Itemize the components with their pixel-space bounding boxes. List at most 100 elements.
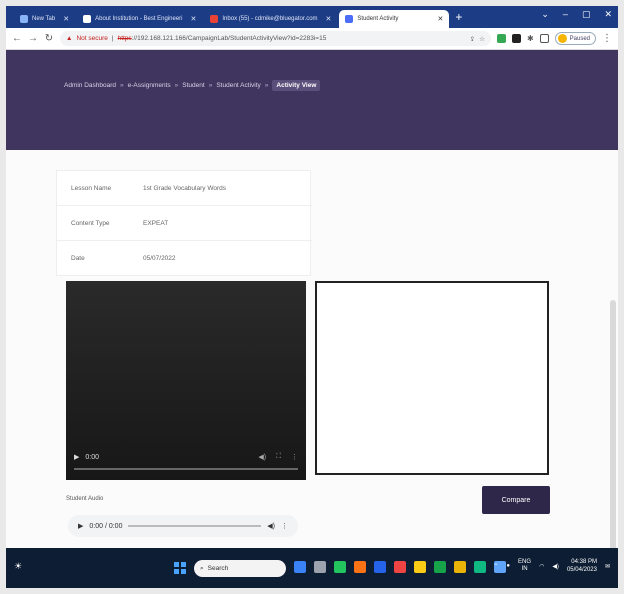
- taskbar-app-icon[interactable]: [374, 561, 386, 573]
- breadcrumb-admin-dashboard[interactable]: Admin Dashboard: [64, 82, 116, 89]
- tab-title: New Tab: [32, 16, 56, 22]
- kebab-menu-icon[interactable]: ⋮: [602, 33, 612, 44]
- minimize-icon[interactable]: –: [563, 9, 568, 20]
- video-progress-bar[interactable]: [74, 468, 298, 470]
- play-icon[interactable]: ▶: [74, 453, 79, 461]
- info-row-date: Date 05/07/2022: [57, 241, 312, 276]
- tab-title: Student Activity: [357, 16, 399, 22]
- audio-player[interactable]: ▶ 0:00 / 0:00 ◀) ⋮: [68, 515, 298, 537]
- taskbar-app-icon[interactable]: [394, 561, 406, 573]
- browser-tab-student-activity[interactable]: Student Activity ✕: [339, 10, 450, 28]
- volume-icon[interactable]: ◀): [258, 453, 266, 461]
- forward-arrow-icon[interactable]: →: [28, 33, 38, 44]
- close-icon[interactable]: ✕: [318, 15, 332, 23]
- profile-button[interactable]: Paused: [554, 32, 596, 45]
- language-indicator[interactable]: ENG IN: [518, 559, 531, 573]
- taskbar-app-icon[interactable]: [454, 561, 466, 573]
- volume-icon[interactable]: ◀): [267, 522, 275, 530]
- breadcrumb-student[interactable]: Student: [182, 82, 204, 89]
- taskbar-app-icon[interactable]: [434, 561, 446, 573]
- lang-top: ENG: [518, 559, 532, 565]
- kebab-menu-icon[interactable]: ⋮: [281, 522, 288, 530]
- video-controls: ▶ 0:00 ◀) ⛶ ⋮: [74, 450, 298, 464]
- breadcrumb: Admin Dashboard » e-Assignments » Studen…: [64, 80, 321, 91]
- taskbar-clock[interactable]: 04:38 PM 05/04/2023: [567, 558, 597, 574]
- close-window-icon[interactable]: ✕: [604, 9, 612, 20]
- taskbar-app-icon[interactable]: [354, 561, 366, 573]
- extension-icon[interactable]: [496, 34, 506, 43]
- divider: |: [111, 35, 114, 42]
- taskbar-search[interactable]: ⌕ Search: [194, 560, 286, 577]
- mail-icon: [210, 15, 219, 23]
- comparison-canvas[interactable]: [315, 281, 549, 475]
- new-tab-plus-icon[interactable]: +: [455, 10, 462, 24]
- video-time: 0:00: [85, 453, 100, 461]
- date-value: 05/07/2022: [143, 255, 176, 262]
- puzzle-icon[interactable]: ✱: [527, 34, 534, 43]
- play-icon[interactable]: ▶: [78, 522, 83, 530]
- browser-tab-about[interactable]: About Institution - Best Engineeri ✕: [77, 10, 202, 28]
- star-icon[interactable]: ☆: [479, 35, 485, 43]
- audio-time: 0:00 / 0:00: [89, 522, 123, 530]
- chevron-down-icon[interactable]: ⌄: [541, 9, 549, 20]
- site-icon: [83, 15, 92, 23]
- taskbar-app-icon[interactable]: [334, 561, 346, 573]
- fullscreen-icon[interactable]: ⛶: [276, 453, 281, 461]
- info-row-content-type: Content Type EXPEAT: [57, 206, 312, 241]
- sidebar-icon[interactable]: [539, 34, 549, 43]
- profile-label: Paused: [569, 35, 590, 42]
- system-tray: ⌃ ● ENG IN ◠ ◀) 04:38 PM 05/04/2023 ✉: [493, 558, 610, 574]
- breadcrumb-separator: »: [264, 82, 269, 89]
- browser-toolbar: ← → ↻ ▲ Not secure | https://192.168.121…: [6, 28, 618, 50]
- breadcrumb-separator: »: [120, 82, 124, 89]
- video-right-controls: ◀) ⛶ ⋮: [258, 453, 298, 461]
- video-player[interactable]: ▶ 0:00 ◀) ⛶ ⋮: [66, 281, 306, 480]
- breadcrumb-student-activity[interactable]: Student Activity: [216, 82, 260, 89]
- browser-tab-new-tab[interactable]: New Tab ✕: [14, 10, 75, 28]
- taskbar-app-icon[interactable]: [474, 561, 486, 573]
- share-icon[interactable]: ⇪: [470, 35, 475, 43]
- wifi-icon[interactable]: ◠: [539, 563, 544, 570]
- kebab-menu-icon[interactable]: ⋮: [291, 453, 298, 461]
- speaker-icon[interactable]: ◀): [552, 563, 559, 570]
- notification-icon[interactable]: ✉: [605, 563, 610, 570]
- chevron-up-icon[interactable]: ⌃: [493, 563, 498, 570]
- windows-taskbar: ☀ ⌕ Search ⌃ ● ENG IN ◠ ◀) 04:38 PM 05/0…: [6, 548, 618, 588]
- app-header: Admin Dashboard » e-Assignments » Studen…: [6, 50, 618, 150]
- taskbar-app-icon[interactable]: [314, 561, 326, 573]
- page-scrollbar[interactable]: [610, 300, 616, 588]
- clock-time: 04:38 PM: [571, 559, 597, 565]
- student-audio-label: Student Audio: [66, 496, 104, 502]
- compare-button[interactable]: Compare: [482, 486, 550, 514]
- search-placeholder: Search: [207, 565, 229, 572]
- lesson-name-value: 1st Grade Vocabulary Words: [143, 184, 226, 192]
- security-label: Not secure: [76, 35, 108, 42]
- lang-bottom: IN: [521, 566, 528, 572]
- activity-info-card: Lesson Name 1st Grade Vocabulary Words C…: [56, 170, 312, 276]
- close-icon[interactable]: ✕: [430, 15, 444, 23]
- shield-icon: [345, 15, 354, 23]
- back-arrow-icon[interactable]: ←: [12, 33, 22, 44]
- content-type-value: EXPEAT: [143, 219, 169, 227]
- browser-tab-inbox[interactable]: Inbox (55) - cdmike@bluegator.com ✕: [204, 10, 337, 28]
- window-controls: ⌄ – ▢ ✕: [541, 9, 612, 20]
- warning-icon: ▲: [66, 35, 73, 42]
- breadcrumb-e-assignments[interactable]: e-Assignments: [128, 82, 171, 89]
- date-label: Date: [71, 255, 85, 262]
- search-icon: ⌕: [200, 564, 204, 572]
- close-icon[interactable]: ✕: [183, 15, 197, 23]
- audio-progress-bar[interactable]: [128, 525, 262, 527]
- taskbar-app-icon[interactable]: [294, 561, 306, 573]
- clock-date: 05/04/2023: [566, 567, 597, 573]
- new-tab-icon: [20, 15, 28, 23]
- taskbar-app-icon[interactable]: [414, 561, 426, 573]
- avatar: [557, 34, 567, 43]
- close-icon[interactable]: ✕: [55, 15, 69, 23]
- reload-icon[interactable]: ↻: [44, 33, 54, 44]
- network-icon[interactable]: ●: [506, 563, 510, 569]
- address-bar[interactable]: ▲ Not secure | https://192.168.121.166/C…: [60, 31, 491, 46]
- maximize-icon[interactable]: ▢: [582, 9, 591, 20]
- windows-start-icon[interactable]: [174, 562, 186, 574]
- widgets-icon[interactable]: ☀: [14, 561, 22, 572]
- extension-icon[interactable]: [511, 34, 521, 43]
